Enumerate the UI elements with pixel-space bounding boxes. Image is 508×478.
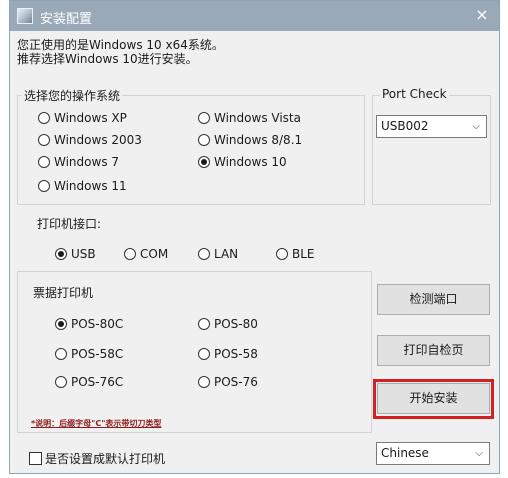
radio-indicator (38, 156, 50, 168)
window-title: 安装配置 (40, 12, 93, 27)
radio-indicator (198, 348, 210, 360)
printer-group-legend: 票据打印机 (31, 284, 96, 301)
radio-indicator (38, 134, 50, 146)
system-info-line: 您正使用的是Windows 10 x64系统。 (17, 38, 224, 52)
radio-indicator (198, 318, 210, 330)
detect-port-button[interactable]: 检测端口 (377, 284, 490, 315)
radio-indicator (55, 348, 67, 360)
recommend-info-line: 推荐选择Windows 10进行安装。 (17, 52, 198, 66)
radio-label: POS-58 (214, 347, 258, 361)
radio-pos-58[interactable]: POS-58 (198, 347, 258, 361)
radio-label: POS-76C (71, 375, 124, 389)
port-select-value: USB002 (381, 119, 429, 133)
default-printer-label: 是否设置成默认打印机 (45, 452, 166, 466)
interface-label: 打印机接口: (35, 215, 104, 232)
os-group-legend: 选择您的操作系统 (22, 87, 123, 104)
radio-indicator (276, 248, 288, 260)
radio-lan[interactable]: LAN (198, 247, 238, 261)
radio-label: COM (140, 247, 169, 261)
default-printer-checkbox[interactable]: 是否设置成默认打印机 (29, 450, 165, 467)
radio-label: Windows Vista (214, 111, 301, 125)
radio-label: POS-80C (71, 317, 124, 331)
checkbox-indicator (29, 452, 42, 465)
system-info-text: 您正使用的是Windows 10 x64系统。 推荐选择Windows 10进行… (17, 38, 224, 66)
title-bar: 安装配置 × (10, 1, 499, 31)
language-select[interactable]: Chinese ⌵ (376, 442, 490, 465)
radio-indicator (55, 248, 67, 260)
radio-label: Windows 10 (214, 155, 287, 169)
radio-usb[interactable]: USB (55, 247, 96, 261)
port-select[interactable]: USB002 ⌵ (376, 115, 487, 138)
radio-indicator (198, 156, 210, 168)
radio-indicator (38, 112, 50, 124)
radio-windows-2003[interactable]: Windows 2003 (38, 133, 142, 147)
radio-indicator (55, 376, 67, 388)
install-config-dialog: 安装配置 × 您正使用的是Windows 10 x64系统。 推荐选择Windo… (9, 0, 500, 474)
radio-label: Windows 11 (54, 179, 127, 193)
start-install-button[interactable]: 开始安装 (377, 383, 490, 414)
chevron-down-icon: ⌵ (475, 448, 483, 459)
port-check-group (372, 95, 491, 205)
radio-windows-vista[interactable]: Windows Vista (198, 111, 301, 125)
chevron-down-icon: ⌵ (472, 121, 480, 132)
radio-indicator (198, 248, 210, 260)
radio-pos-58c[interactable]: POS-58C (55, 347, 123, 361)
radio-pos-76[interactable]: POS-76 (198, 375, 258, 389)
radio-label: USB (71, 247, 96, 261)
radio-windows-11[interactable]: Windows 11 (38, 179, 127, 193)
radio-indicator (38, 180, 50, 192)
language-select-value: Chinese (381, 446, 429, 460)
radio-pos-76c[interactable]: POS-76C (55, 375, 123, 389)
radio-ble[interactable]: BLE (276, 247, 315, 261)
port-check-legend: Port Check (380, 87, 449, 101)
radio-indicator (124, 248, 136, 260)
cutter-note: *说明：后缀字母"C"表示带切刀类型 (31, 419, 162, 428)
radio-label: POS-58C (71, 347, 124, 361)
app-icon (17, 8, 33, 24)
radio-windows-10[interactable]: Windows 10 (198, 155, 287, 169)
print-test-page-button[interactable]: 打印自检页 (377, 335, 490, 366)
radio-label: Windows 2003 (54, 133, 142, 147)
radio-label: BLE (292, 247, 315, 261)
radio-label: LAN (214, 247, 239, 261)
radio-windows-8[interactable]: Windows 8/8.1 (198, 133, 302, 147)
radio-com[interactable]: COM (124, 247, 168, 261)
radio-windows-7[interactable]: Windows 7 (38, 155, 119, 169)
radio-indicator (55, 318, 67, 330)
radio-indicator (198, 376, 210, 388)
radio-label: Windows XP (54, 111, 127, 125)
radio-label: Windows 8/8.1 (214, 133, 303, 147)
radio-label: Windows 7 (54, 155, 120, 169)
radio-pos-80c[interactable]: POS-80C (55, 317, 123, 331)
radio-label: POS-76 (214, 375, 258, 389)
radio-indicator (198, 134, 210, 146)
radio-pos-80[interactable]: POS-80 (198, 317, 258, 331)
close-button[interactable]: × (473, 6, 491, 24)
radio-windows-xp[interactable]: Windows XP (38, 111, 127, 125)
radio-indicator (198, 112, 210, 124)
radio-label: POS-80 (214, 317, 258, 331)
